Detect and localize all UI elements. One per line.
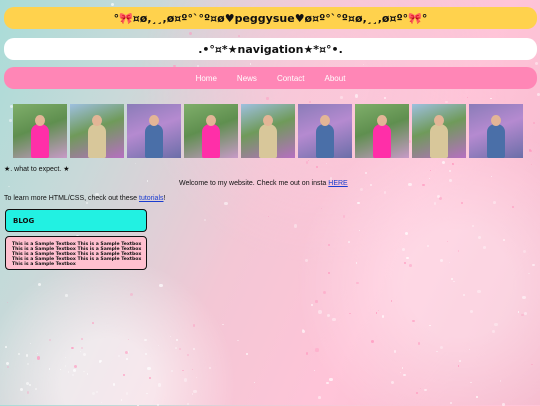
tutorials-link[interactable]: tutorials: [139, 195, 164, 202]
gallery-photo: [298, 104, 352, 158]
site-title: °🎀¤ø,¸¸,ø¤º°`°º¤ø♥peggysue♥ø¤º°`°º¤ø,¸¸,…: [113, 11, 428, 25]
nav-link-about[interactable]: About: [325, 74, 346, 83]
gallery-photo: [355, 104, 409, 158]
glitter-background: [0, 0, 540, 406]
learn-line: To learn more HTML/CSS, check out these …: [4, 195, 165, 202]
gallery-photo: [241, 104, 295, 158]
learn-text: To learn more HTML/CSS, check out these: [4, 195, 139, 202]
learn-suffix: !: [163, 195, 166, 202]
navigation-heading: .•°¤*★navigation★*¤°•.: [198, 42, 343, 56]
gallery-photo: [127, 104, 181, 158]
navigation-header: .•°¤*★navigation★*¤°•.: [4, 38, 537, 60]
welcome-line: Welcome to my website. Check me out on i…: [179, 180, 348, 187]
site-title-bar: °🎀¤ø,¸¸,ø¤º°`°º¤ø♥peggysue♥ø¤º°`°º¤ø,¸¸,…: [4, 7, 537, 29]
blog-box[interactable]: BLOG: [5, 209, 147, 232]
expect-heading: ★. what to expect. ★: [4, 166, 70, 173]
sample-textbox: This is a Sample Textbox This is a Sampl…: [5, 236, 147, 270]
gallery-photo: [469, 104, 523, 158]
welcome-text: Welcome to my website. Check me out on i…: [179, 180, 329, 187]
gallery-photo: [184, 104, 238, 158]
insta-link[interactable]: HERE: [328, 180, 347, 187]
photo-gallery: [13, 104, 523, 158]
sample-text: This is a Sample Textbox This is a Sampl…: [12, 242, 142, 267]
gallery-photo: [70, 104, 124, 158]
nav-link-home[interactable]: Home: [196, 74, 217, 83]
blog-label: BLOG: [13, 217, 35, 225]
gallery-photo: [412, 104, 466, 158]
gallery-photo: [13, 104, 67, 158]
nav-link-contact[interactable]: Contact: [277, 74, 305, 83]
navigation-bar: Home News Contact About: [4, 67, 537, 89]
nav-link-news[interactable]: News: [237, 74, 257, 83]
